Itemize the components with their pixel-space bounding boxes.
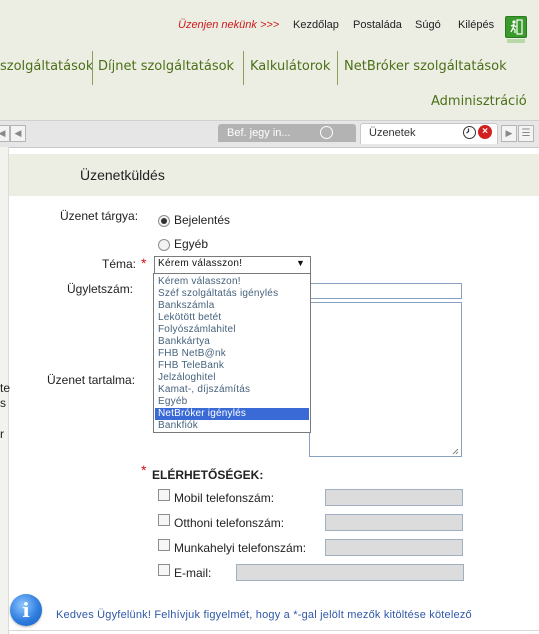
dropdown-option-highlighted[interactable]: NetBróker igénylés: [155, 408, 309, 420]
required-marker: *: [141, 255, 147, 271]
mailbox-link[interactable]: Postaláda: [353, 19, 402, 31]
radio-announcement[interactable]: [158, 215, 170, 227]
nav-divider: [243, 51, 244, 85]
clock-icon: [320, 126, 333, 139]
radio-other-label: Egyéb: [174, 237, 209, 251]
dropdown-option[interactable]: Folyószámlahitel: [155, 324, 309, 336]
mobile-phone-checkbox[interactable]: [158, 489, 170, 501]
home-phone-checkbox[interactable]: [158, 514, 170, 526]
dropdown-option[interactable]: FHB TeleBank: [155, 360, 309, 372]
close-tab-icon[interactable]: ×: [478, 125, 492, 139]
radio-other[interactable]: [158, 239, 170, 251]
work-phone-checkbox[interactable]: [158, 539, 170, 551]
contact-us-link[interactable]: Üzenjen nekünk >>>: [178, 19, 279, 31]
contacts-heading: ELÉRHETŐSÉGEK:: [152, 468, 264, 482]
required-marker: *: [141, 462, 147, 478]
dropdown-option[interactable]: Széf szolgáltatás igénylés: [155, 288, 309, 300]
exit-icon[interactable]: [505, 16, 527, 38]
dropdown-option[interactable]: Kamat-, díjszámítás: [155, 384, 309, 396]
left-fragment: s: [0, 396, 6, 410]
subject-label: Üzenet tárgya:: [60, 209, 139, 223]
chevron-down-icon[interactable]: ▼: [296, 258, 305, 268]
topic-label: Téma:: [102, 257, 137, 271]
tab-scroll-left-button[interactable]: ◀: [0, 125, 10, 142]
exit-icon-shadow: [507, 39, 525, 43]
tab-ticket-label: Bef. jegy in...: [227, 127, 291, 139]
tab-scroll-left-icon[interactable]: ◀: [10, 125, 26, 142]
nav-item-dijnet[interactable]: Díjnet szolgáltatások: [98, 59, 234, 74]
tab-messages-label: Üzenetek: [369, 127, 416, 139]
reference-input[interactable]: [309, 283, 462, 299]
email-checkbox[interactable]: [158, 564, 170, 576]
resize-grip-icon[interactable]: [452, 448, 459, 455]
message-textarea[interactable]: [309, 302, 462, 457]
message-label: Üzenet tartalma:: [47, 373, 136, 387]
home-phone-input[interactable]: [325, 514, 463, 531]
logout-link[interactable]: Kilépés: [458, 19, 494, 31]
help-link[interactable]: Súgó: [415, 19, 441, 31]
dropdown-option[interactable]: Jelzáloghitel: [155, 372, 309, 384]
left-fragment: te: [0, 381, 11, 395]
dropdown-option[interactable]: Egyéb: [155, 396, 309, 408]
nav-item-services[interactable]: szolgáltatások: [0, 59, 93, 74]
dropdown-option[interactable]: Lekötött betét: [155, 312, 309, 324]
topic-select-value: Kérem válasszon!: [158, 258, 243, 269]
nav-item-admin[interactable]: Adminisztráció: [431, 94, 527, 109]
mobile-phone-input[interactable]: [325, 489, 463, 506]
nav-divider: [337, 51, 338, 85]
work-phone-input[interactable]: [325, 539, 463, 556]
panel-title: Üzenetküldés: [80, 167, 165, 183]
dropdown-option[interactable]: Bankszámla: [155, 300, 309, 312]
reference-label: Ügyletszám:: [67, 282, 134, 296]
email-input[interactable]: [236, 564, 464, 581]
nav-item-calculators[interactable]: Kalkulátorok: [250, 59, 330, 74]
nav-divider: [92, 51, 93, 85]
info-icon: i: [10, 594, 42, 626]
home-link[interactable]: Kezdőlap: [293, 19, 339, 31]
email-label: E-mail:: [174, 566, 212, 580]
home-phone-label: Otthoni telefonszám:: [174, 516, 285, 530]
dropdown-option[interactable]: Bankfiók: [155, 420, 309, 432]
mobile-phone-label: Mobil telefonszám:: [174, 491, 275, 505]
tab-list-icon[interactable]: ☰: [518, 125, 534, 142]
tab-scroll-right-button[interactable]: ▶: [501, 125, 517, 142]
work-phone-label: Munkahelyi telefonszám:: [174, 541, 307, 555]
dropdown-option[interactable]: FHB NetB@nk: [155, 348, 309, 360]
required-fields-notice: Kedves Ügyfelünk! Felhívjuk figyelmét, h…: [56, 609, 472, 621]
radio-announcement-label: Bejelentés: [174, 213, 231, 227]
dropdown-option[interactable]: Kérem válasszon!: [155, 276, 309, 288]
clock-icon: [463, 126, 476, 139]
footer-divider: [9, 630, 539, 631]
nav-item-netbroker[interactable]: NetBróker szolgáltatások: [344, 59, 507, 74]
left-fragment: r: [0, 427, 4, 441]
dropdown-option[interactable]: Bankkártya: [155, 336, 309, 348]
